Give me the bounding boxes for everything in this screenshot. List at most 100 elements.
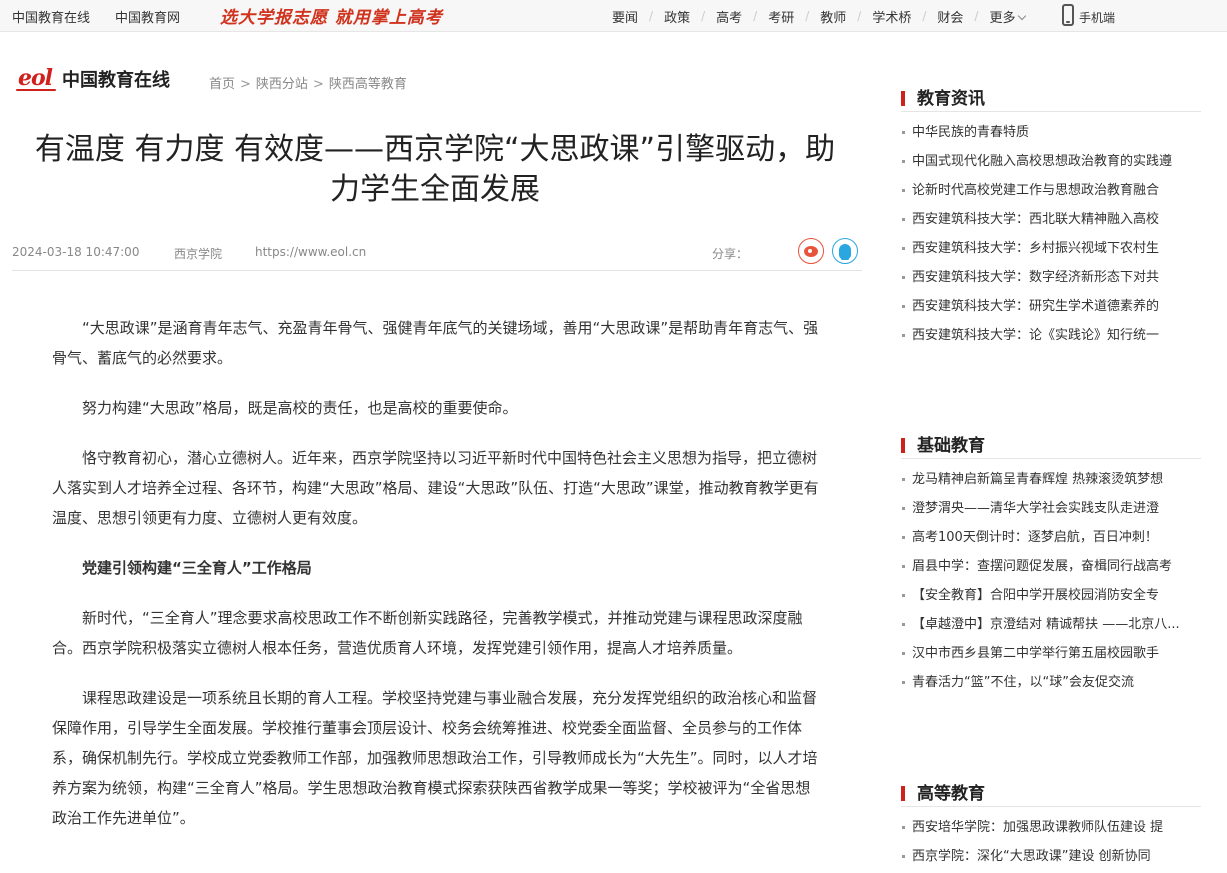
nav-separator: / <box>974 9 979 23</box>
sidebar-link-text: 澄梦渭央——清华大学社会实践支队走进澄 <box>912 501 1160 516</box>
sidebar-link[interactable]: 西安建筑科技大学：论《实践论》知行统一 <box>901 321 1201 350</box>
nav-item-news[interactable]: 要闻 <box>612 7 638 26</box>
chevron-down-icon <box>1018 11 1027 20</box>
top-bar: 中国教育在线 中国教育网 选大学报志愿 就用掌上高考 要闻 / 政策 / 高考 / 考… <box>0 0 1227 32</box>
sidebar-link-text: 龙马精神启新篇呈青春辉煌 热辣滚烫筑梦想 <box>912 472 1164 487</box>
sidebar-link[interactable]: 中国式现代化融入高校思想政治教育的实践遵 <box>901 147 1201 176</box>
breadcrumb-separator: > <box>240 77 251 92</box>
sidebar-link[interactable]: 青春活力“篮”不住，以“球”会友促交流 <box>901 668 1201 697</box>
section-marker <box>901 91 905 106</box>
site-link-eol[interactable]: 中国教育在线 <box>12 7 90 26</box>
sidebar-link-text: 论新时代高校党建工作与思想政治教育融合 <box>912 183 1160 198</box>
sidebar-link-text: 西安培华学院：加强思政课教师队伍建设 提 <box>912 820 1164 835</box>
slogan-banner[interactable]: 选大学报志愿 就用掌上高考 <box>220 3 443 28</box>
sidebar-section-basic-edu: 基础教育 龙马精神启新篇呈青春辉煌 热辣滚烫筑梦想 澄梦渭央——清华大学社会实践… <box>901 435 1201 697</box>
article-body: “大思政课”是涵育青年志气、充盈青年骨气、强健青年底气的关键场域，善用“大思政课… <box>52 313 824 853</box>
nav-item-teacher[interactable]: 教师 <box>820 7 846 26</box>
breadcrumb-home[interactable]: 首页 <box>209 77 235 92</box>
sidebar-link-text: 西京学院：深化“大思政课”建设 创新协同 <box>912 849 1151 864</box>
sidebar-link-text: 西安建筑科技大学：乡村振兴视域下农村生 <box>912 241 1160 256</box>
bullet-icon <box>902 276 905 279</box>
sidebar-link[interactable]: 西安建筑科技大学：数字经济新形态下对共 <box>901 263 1201 292</box>
bullet-icon <box>902 536 905 539</box>
sidebar-section-header: 教育资讯 <box>901 88 1201 112</box>
sidebar-link-text: 西安建筑科技大学：研究生学术道德素养的 <box>912 299 1160 314</box>
sidebar-link[interactable]: 论新时代高校党建工作与思想政治教育融合 <box>901 176 1201 205</box>
sidebar-link-text: 【安全教育】合阳中学开展校园消防安全专 <box>912 588 1160 603</box>
bullet-icon <box>902 189 905 192</box>
nav-item-kaoyan[interactable]: 考研 <box>768 7 794 26</box>
nav-separator: / <box>805 9 810 23</box>
meta-divider <box>12 270 862 271</box>
nav-item-policy[interactable]: 政策 <box>664 7 690 26</box>
sidebar-link[interactable]: 汉中市西乡县第二中学举行第五届校园歌手 <box>901 639 1201 668</box>
mobile-link[interactable]: 手机端 <box>1062 4 1115 26</box>
bullet-icon <box>902 855 905 858</box>
sidebar-section-header: 高等教育 <box>901 783 1201 807</box>
bullet-icon <box>902 623 905 626</box>
sidebar-link[interactable]: 西安建筑科技大学：乡村振兴视域下农村生 <box>901 234 1201 263</box>
sidebar-link[interactable]: 西安培华学院：加强思政课教师队伍建设 提 <box>901 813 1201 842</box>
more-label: 更多 <box>989 10 1016 26</box>
logo-mark: eol <box>16 65 58 93</box>
sidebar-link[interactable]: 西安建筑科技大学：西北联大精神融入高校 <box>901 205 1201 234</box>
bullet-icon <box>902 652 905 655</box>
breadcrumb-separator: > <box>312 77 324 92</box>
section-marker <box>901 438 905 453</box>
nav-item-academic[interactable]: 学术桥 <box>872 7 911 26</box>
breadcrumb-higher-edu[interactable]: 陕西高等教育 <box>329 77 407 92</box>
mobile-label: 手机端 <box>1079 11 1116 25</box>
site-logo[interactable]: eol 中国教育在线 <box>16 65 170 93</box>
sidebar-link-text: 高考100天倒计时：逐梦启航，百日冲刺！ <box>912 530 1158 545</box>
share-weibo-button[interactable] <box>798 238 824 264</box>
bullet-icon <box>902 565 905 568</box>
logo-text: 中国教育在线 <box>62 70 171 91</box>
bullet-icon <box>902 131 905 134</box>
article-title: 有温度 有力度 有效度——西京学院“大思政课”引擎驱动，助力学生全面发展 <box>34 132 836 207</box>
nav-item-finance[interactable]: 财会 <box>937 7 963 26</box>
sidebar-link[interactable]: 西安建筑科技大学：研究生学术道德素养的 <box>901 292 1201 321</box>
bullet-icon <box>902 507 905 510</box>
nav-separator: / <box>753 9 758 23</box>
bullet-icon <box>902 681 905 684</box>
sidebar-link[interactable]: 高考100天倒计时：逐梦启航，百日冲刺！ <box>901 523 1201 552</box>
sidebar-section-higher-edu: 高等教育 西安培华学院：加强思政课教师队伍建设 提 西京学院：深化“大思政课”建… <box>901 783 1201 871</box>
nav-separator: / <box>857 9 862 23</box>
article-paragraph: 新时代，“三全育人”理念要求高校思政工作不断创新实践路径，完善教学模式，并推动党… <box>52 609 803 657</box>
sidebar-link-text: 西安建筑科技大学：数字经济新形态下对共 <box>912 270 1160 285</box>
breadcrumb: 首页 > 陕西分站 > 陕西高等教育 <box>209 73 407 92</box>
article-paragraph: 恪守教育初心，潜心立德树人。近年来，西京学院坚持以习近平新时代中国特色社会主义思… <box>52 449 819 527</box>
bullet-icon <box>902 160 905 163</box>
sidebar-link[interactable]: 中华民族的青春特质 <box>901 118 1201 147</box>
breadcrumb-shaanxi[interactable]: 陕西分站 <box>256 77 308 92</box>
bullet-icon <box>902 826 905 829</box>
publish-date: 2024-03-18 10:47:00 <box>12 245 140 259</box>
article-source: 西京学院 <box>174 247 223 261</box>
sidebar-link-text: 【卓越澄中】京澄结对 精诚帮扶 ——北京八... <box>912 617 1180 632</box>
top-nav: 要闻 / 政策 / 高考 / 考研 / 教师 / 学术桥 / 财会 / 更多 <box>612 6 1027 26</box>
sidebar-link[interactable]: 龙马精神启新篇呈青春辉煌 热辣滚烫筑梦想 <box>901 465 1201 494</box>
nav-separator: / <box>922 9 927 23</box>
bullet-icon <box>902 305 905 308</box>
section-marker <box>901 786 905 801</box>
sidebar-section-title: 高等教育 <box>917 784 985 804</box>
sidebar-link-text: 中国式现代化融入高校思想政治教育的实践遵 <box>912 154 1173 169</box>
sidebar-section-title: 基础教育 <box>917 436 985 456</box>
article-paragraph: 努力构建“大思政”格局，既是高校的责任，也是高校的重要使命。 <box>82 399 518 417</box>
bullet-icon <box>902 247 905 250</box>
sidebar-link[interactable]: 眉县中学：查摆问题促发展，奋楫同行战高考 <box>901 552 1201 581</box>
sidebar-link[interactable]: 西京学院：深化“大思政课”建设 创新协同 <box>901 842 1201 871</box>
share-qq-button[interactable] <box>832 238 858 264</box>
sidebar-link-text: 眉县中学：查摆问题促发展，奋楫同行战高考 <box>912 559 1173 574</box>
bullet-icon <box>902 594 905 597</box>
sidebar-link[interactable]: 【安全教育】合阳中学开展校园消防安全专 <box>901 581 1201 610</box>
sidebar-link[interactable]: 澄梦渭央——清华大学社会实践支队走进澄 <box>901 494 1201 523</box>
sidebar-link-text: 中华民族的青春特质 <box>912 125 1030 140</box>
sidebar-section-edu-news: 教育资讯 中华民族的青春特质 中国式现代化融入高校思想政治教育的实践遵 论新时代… <box>901 88 1201 350</box>
nav-item-gaokao[interactable]: 高考 <box>716 7 742 26</box>
article-paragraph: 课程思政建设是一项系统且长期的育人工程。学校坚持党建与事业融合发展，充分发挥党组… <box>52 689 818 827</box>
site-link-edu-net[interactable]: 中国教育网 <box>115 7 180 26</box>
sidebar-link-text: 西安建筑科技大学：西北联大精神融入高校 <box>912 212 1160 227</box>
sidebar-link[interactable]: 【卓越澄中】京澄结对 精诚帮扶 ——北京八... <box>901 610 1201 639</box>
nav-item-more[interactable]: 更多 <box>989 7 1027 26</box>
